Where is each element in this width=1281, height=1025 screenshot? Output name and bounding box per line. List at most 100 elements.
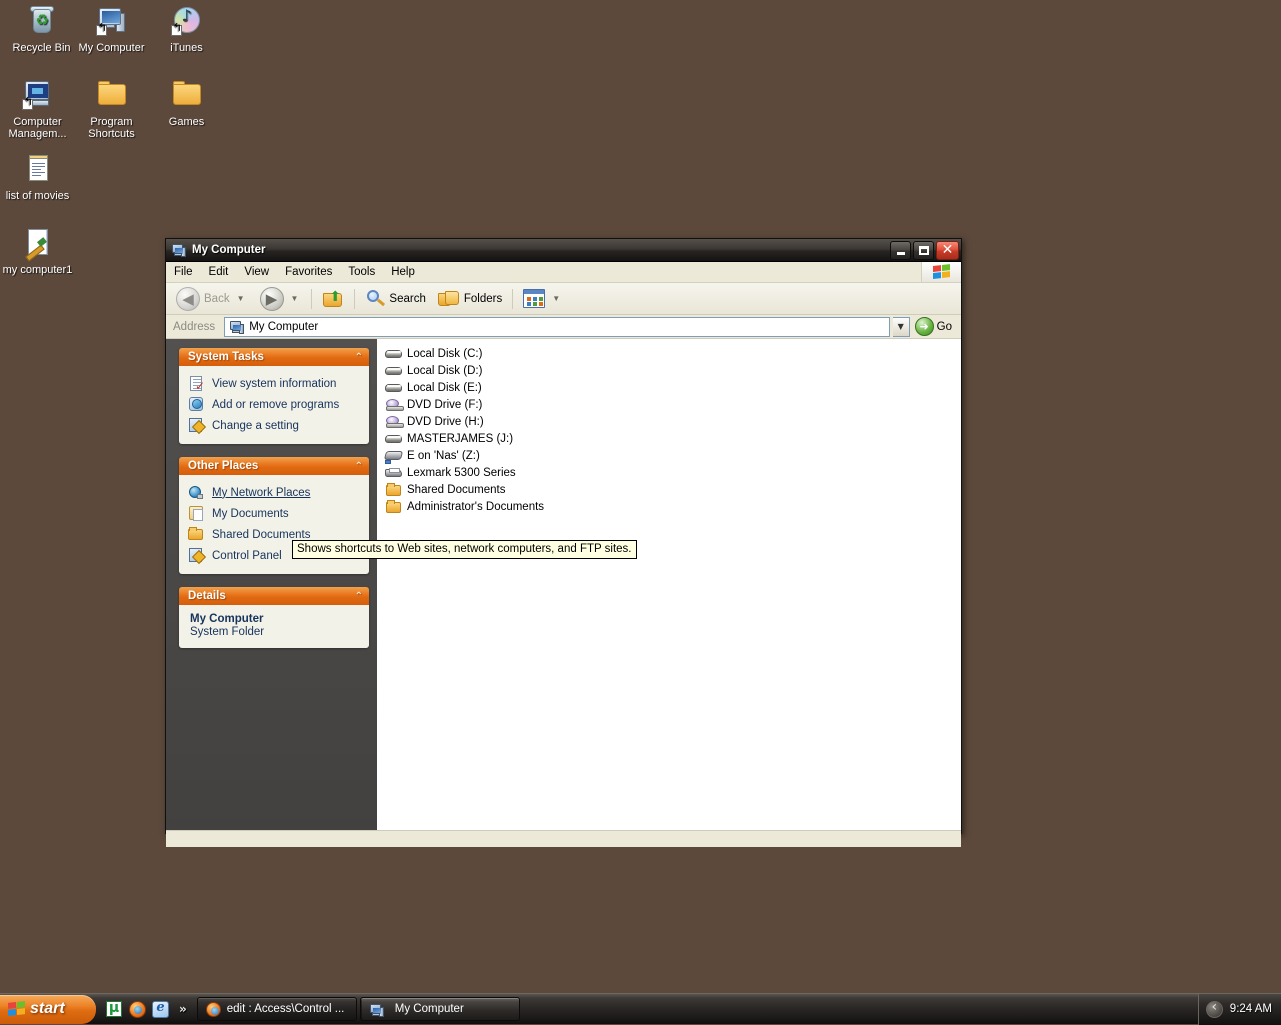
list-item[interactable]: E on 'Nas' (Z:): [383, 447, 961, 464]
up-button[interactable]: ⬆: [316, 286, 350, 312]
place-my-documents[interactable]: My Documents: [188, 503, 364, 524]
chevron-up-icon[interactable]: ⌃: [355, 591, 363, 602]
panel-body-other-places: My Network Places My Documents Shared Do…: [179, 475, 369, 574]
panel-header-details[interactable]: Details ⌃: [179, 587, 369, 605]
place-label: My Documents: [212, 507, 289, 520]
desktop-icon-list-of-movies[interactable]: list of movies: [0, 152, 75, 202]
chevron-left-icon[interactable]: [1205, 999, 1223, 1018]
folders-icon: [437, 289, 460, 309]
utorrent-icon[interactable]: [106, 1000, 123, 1018]
taskbar-clock[interactable]: 9:24 AM: [1230, 1003, 1272, 1015]
place-my-network-places[interactable]: My Network Places: [188, 482, 364, 503]
address-dropdown-button[interactable]: ▼: [892, 316, 910, 337]
task-add-or-remove-programs[interactable]: Add or remove programs: [188, 394, 364, 415]
close-button[interactable]: ✕: [936, 240, 959, 260]
list-item[interactable]: Shared Documents: [383, 481, 961, 498]
list-item[interactable]: Lexmark 5300 Series: [383, 464, 961, 481]
itunes-icon: ♪: [170, 4, 203, 38]
panel-title: System Tasks: [188, 351, 264, 363]
menu-item-favorites[interactable]: Favorites: [277, 264, 340, 280]
internet-explorer-icon[interactable]: [152, 1000, 169, 1018]
my-computer-icon: [95, 4, 128, 38]
menu-item-view[interactable]: View: [236, 264, 277, 280]
list-item-label: Local Disk (E:): [407, 381, 482, 394]
task-label: Change a setting: [212, 419, 299, 432]
window-controls: ✕: [890, 240, 959, 260]
task-label: Add or remove programs: [212, 398, 340, 411]
minimize-button[interactable]: [890, 240, 911, 260]
desktop-icon-program-shortcuts[interactable]: Program Shortcuts: [74, 78, 149, 140]
my-computer-icon: [229, 319, 245, 335]
views-button[interactable]: ▼: [517, 286, 569, 311]
back-button[interactable]: ◀ Back ▼: [170, 284, 254, 314]
desktop-icon-label: my computer1: [2, 264, 73, 276]
list-item[interactable]: DVD Drive (H:): [383, 413, 961, 430]
start-button[interactable]: start: [0, 994, 96, 1024]
desktop-icon-games[interactable]: Games: [149, 78, 224, 128]
desktop-icon-computer-management[interactable]: Computer Managem...: [0, 78, 75, 140]
paint-document-icon: [22, 226, 54, 260]
list-item[interactable]: MASTERJAMES (J:): [383, 430, 961, 447]
notepad-document-icon: [22, 152, 54, 186]
taskbar: start » edit : Access\Control ... My Com…: [0, 993, 1281, 1025]
chevron-down-icon: ▼: [236, 294, 245, 303]
list-item[interactable]: Local Disk (C:): [383, 345, 961, 362]
system-info-icon: ✓: [188, 375, 205, 392]
list-item[interactable]: Administrator's Documents: [383, 498, 961, 515]
hard-disk-icon: [385, 380, 403, 396]
place-label: Shared Documents: [212, 528, 311, 541]
maximize-button[interactable]: [913, 240, 934, 260]
desktop-icon-itunes[interactable]: ♪ iTunes: [149, 4, 224, 54]
chevron-up-icon[interactable]: ⌃: [355, 352, 363, 363]
details-title: My Computer: [190, 613, 264, 625]
task-button-my-computer[interactable]: My Computer: [359, 997, 520, 1021]
window-titlebar[interactable]: My Computer ✕: [166, 239, 961, 262]
quick-launch-overflow-chevron-icon[interactable]: »: [175, 1002, 191, 1016]
search-button[interactable]: Search: [359, 286, 431, 312]
network-drive-icon: [383, 448, 404, 464]
desktop-icon-label: Recycle Bin: [12, 42, 71, 54]
panel-header-other-places[interactable]: Other Places ⌃: [179, 457, 369, 475]
back-button-label: Back: [204, 292, 230, 305]
folders-button-label: Folders: [463, 292, 503, 305]
my-computer-icon: [369, 1002, 384, 1017]
folders-button[interactable]: Folders: [432, 286, 508, 312]
list-item-label: Local Disk (D:): [407, 364, 483, 377]
task-button-label: edit : Access\Control ...: [226, 1003, 345, 1015]
task-change-a-setting[interactable]: Change a setting: [188, 415, 364, 436]
list-item[interactable]: Local Disk (E:): [383, 379, 961, 396]
my-computer-icon: [171, 242, 187, 258]
tooltip: Shows shortcuts to Web sites, network co…: [292, 540, 637, 559]
file-list[interactable]: Local Disk (C:) Local Disk (D:) Local Di…: [377, 339, 961, 830]
menu-item-help[interactable]: Help: [383, 264, 423, 280]
menu-item-file[interactable]: File: [166, 264, 201, 280]
firefox-icon[interactable]: [129, 1000, 146, 1018]
task-view-system-information[interactable]: ✓ View system information: [188, 373, 364, 394]
desktop-icon-my-computer1[interactable]: my computer1: [0, 226, 75, 276]
hard-disk-icon: [385, 431, 403, 447]
task-pane-sidebar: System Tasks ⌃ ✓ View system information…: [166, 339, 377, 830]
recycle-bin-icon: ♻: [26, 4, 58, 38]
panel-header-system-tasks[interactable]: System Tasks ⌃: [179, 348, 369, 366]
printer-icon: [385, 465, 403, 481]
forward-button[interactable]: ▶ ▼: [254, 284, 308, 314]
menu-item-tools[interactable]: Tools: [340, 264, 383, 280]
list-item[interactable]: DVD Drive (F:): [383, 396, 961, 413]
folder-icon: [171, 78, 203, 112]
toolbar-separator: [512, 288, 514, 309]
quick-launch-bar: »: [96, 1000, 197, 1018]
window-body: System Tasks ⌃ ✓ View system information…: [166, 339, 961, 830]
task-button-firefox[interactable]: edit : Access\Control ...: [196, 997, 357, 1021]
panel-details: Details ⌃ My Computer System Folder: [179, 587, 369, 648]
place-label: My Network Places: [212, 486, 311, 499]
toolbar-separator: [354, 288, 356, 309]
desktop-icon-recycle-bin[interactable]: ♻ Recycle Bin: [4, 4, 79, 54]
chevron-up-icon[interactable]: ⌃: [355, 461, 363, 472]
list-item[interactable]: Local Disk (D:): [383, 362, 961, 379]
chevron-down-icon: ▼: [552, 294, 561, 303]
list-item-label: DVD Drive (H:): [407, 415, 484, 428]
address-input[interactable]: My Computer: [224, 316, 890, 337]
go-button[interactable]: Go: [913, 317, 958, 336]
desktop-icon-my-computer[interactable]: My Computer: [74, 4, 149, 54]
menu-item-edit[interactable]: Edit: [201, 264, 237, 280]
